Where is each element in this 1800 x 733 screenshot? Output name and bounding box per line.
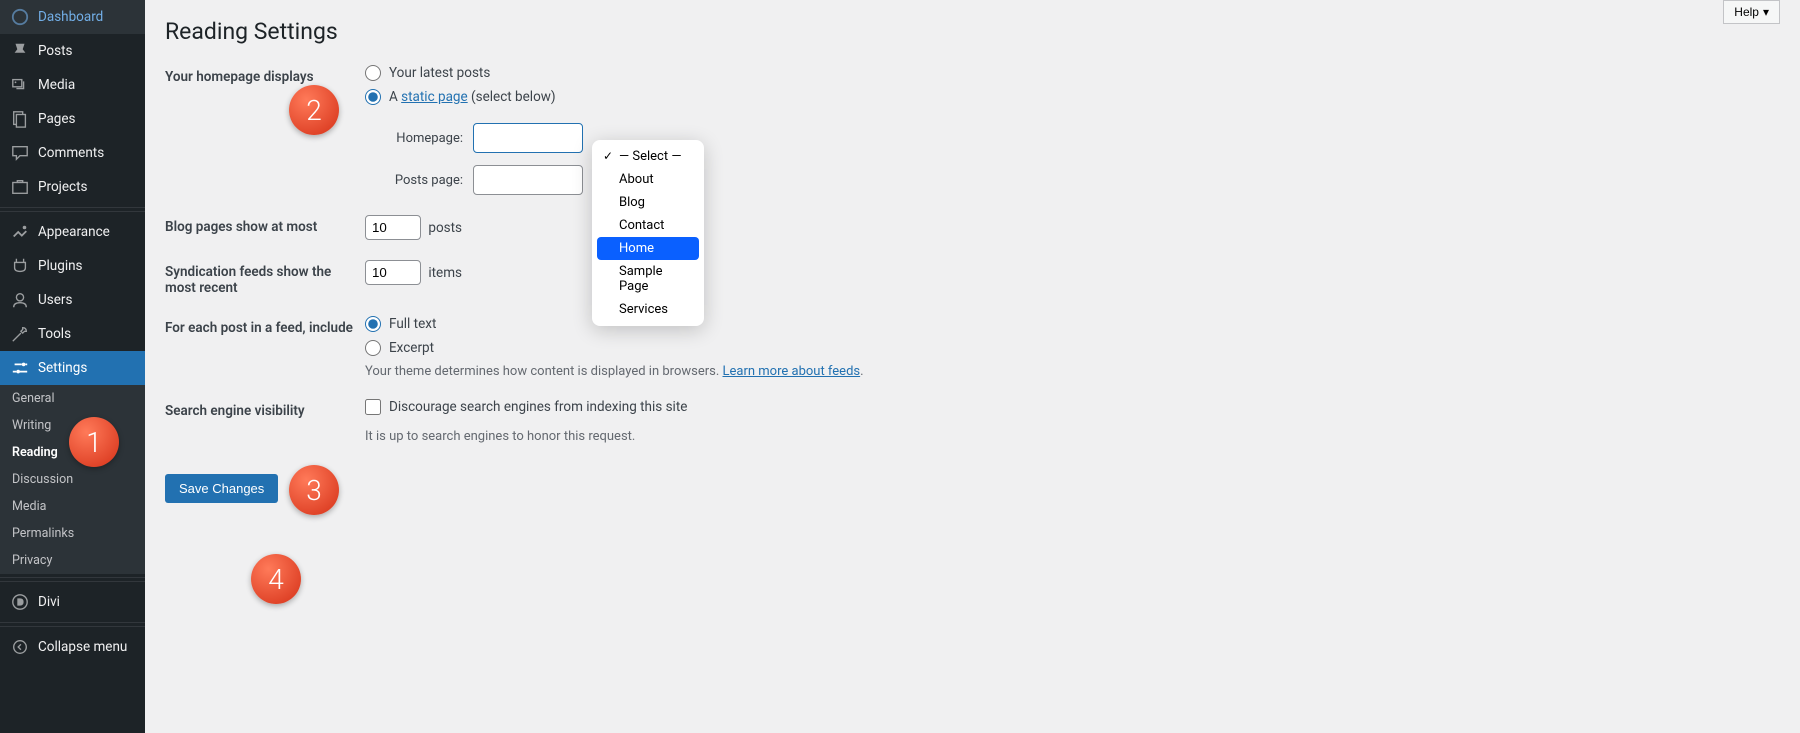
- sidebar-item-projects[interactable]: Projects: [0, 170, 145, 204]
- help-button[interactable]: Help ▾: [1723, 0, 1780, 24]
- sidebar-item-pages[interactable]: Pages: [0, 102, 145, 136]
- sidebar-item-posts[interactable]: Posts: [0, 34, 145, 68]
- submenu-discussion[interactable]: Discussion: [0, 466, 145, 493]
- main-content: Help ▾ Reading Settings Your homepage di…: [145, 0, 1800, 733]
- sidebar-separator: [0, 622, 145, 627]
- sidebar-item-comments[interactable]: Comments: [0, 136, 145, 170]
- help-label: Help: [1734, 5, 1759, 19]
- syndication-input[interactable]: [365, 260, 421, 285]
- sidebar-label: Users: [38, 292, 72, 308]
- pages-icon: [10, 109, 30, 129]
- radio-full-label: Full text: [389, 316, 436, 332]
- sidebar-label: Plugins: [38, 258, 83, 274]
- sidebar-item-plugins[interactable]: Plugins: [0, 249, 145, 283]
- dropdown-option-blog[interactable]: Blog: [597, 191, 699, 214]
- sidebar-item-divi[interactable]: Divi: [0, 585, 145, 619]
- projects-icon: [10, 177, 30, 197]
- sidebar-label: Projects: [38, 179, 88, 195]
- annotation-badge-1: 1: [69, 417, 119, 467]
- sev-checkbox[interactable]: [365, 399, 381, 415]
- submenu-privacy[interactable]: Privacy: [0, 547, 145, 574]
- submenu-general[interactable]: General: [0, 385, 145, 412]
- homepage-select[interactable]: [473, 123, 583, 153]
- dropdown-option-home[interactable]: Home: [597, 237, 699, 260]
- sidebar-label: Appearance: [38, 224, 110, 240]
- settings-icon: [10, 358, 30, 378]
- submenu-permalinks[interactable]: Permalinks: [0, 520, 145, 547]
- sidebar-label: Posts: [38, 43, 72, 59]
- radio-excerpt[interactable]: [365, 340, 381, 356]
- sidebar-item-dashboard[interactable]: Dashboard: [0, 0, 145, 34]
- postspage-select-label: Posts page:: [383, 173, 463, 188]
- page-title: Reading Settings: [165, 18, 1780, 45]
- annotation-badge-4: 4: [251, 554, 301, 604]
- dropdown-option-sample[interactable]: Sample Page: [597, 260, 699, 298]
- dropdown-option-select[interactable]: — Select —: [597, 145, 699, 168]
- sidebar-item-users[interactable]: Users: [0, 283, 145, 317]
- radio-excerpt-label: Excerpt: [389, 340, 434, 356]
- collapse-icon: [10, 637, 30, 657]
- dropdown-option-about[interactable]: About: [597, 168, 699, 191]
- syndication-suffix: items: [428, 265, 462, 281]
- dropdown-option-services[interactable]: Services: [597, 298, 699, 321]
- users-icon: [10, 290, 30, 310]
- blog-pages-label: Blog pages show at most: [165, 215, 365, 235]
- learn-more-feeds-link[interactable]: Learn more about feeds: [723, 364, 861, 379]
- sidebar-separator: [0, 577, 145, 582]
- sidebar-label: Tools: [38, 326, 71, 342]
- syndication-label: Syndication feeds show the most recent: [165, 260, 365, 296]
- sidebar-item-media[interactable]: Media: [0, 68, 145, 102]
- radio-full-text[interactable]: [365, 316, 381, 332]
- radio-latest-posts[interactable]: [365, 65, 381, 81]
- sidebar-label: Pages: [38, 111, 76, 127]
- sidebar-label: Settings: [38, 360, 87, 376]
- submenu-media[interactable]: Media: [0, 493, 145, 520]
- homepage-displays-label: Your homepage displays: [165, 65, 365, 85]
- sidebar-item-tools[interactable]: Tools: [0, 317, 145, 351]
- sev-checkbox-label: Discourage search engines from indexing …: [389, 399, 687, 415]
- blog-pages-suffix: posts: [428, 220, 462, 236]
- sev-description: It is up to search engines to honor this…: [365, 429, 1780, 444]
- sidebar-label: Comments: [38, 145, 104, 161]
- sidebar-separator: [0, 207, 145, 212]
- admin-sidebar: Dashboard Posts Media Pages Comments Pro…: [0, 0, 145, 733]
- dropdown-option-contact[interactable]: Contact: [597, 214, 699, 237]
- plugins-icon: [10, 256, 30, 276]
- sidebar-label: Dashboard: [38, 9, 103, 25]
- annotation-badge-3: 3: [289, 465, 339, 515]
- chevron-down-icon: ▾: [1763, 5, 1769, 19]
- sidebar-item-settings[interactable]: Settings: [0, 351, 145, 385]
- static-page-link[interactable]: static page: [401, 89, 468, 105]
- settings-submenu: General Writing Reading Discussion Media…: [0, 385, 145, 574]
- feed-description: Your theme determines how content is dis…: [365, 364, 1780, 379]
- homepage-dropdown-menu: — Select — About Blog Contact Home Sampl…: [592, 140, 704, 326]
- postspage-select[interactable]: [473, 165, 583, 195]
- tools-icon: [10, 324, 30, 344]
- collapse-menu[interactable]: Collapse menu: [0, 630, 145, 664]
- sev-label: Search engine visibility: [165, 399, 365, 419]
- dashboard-icon: [10, 7, 30, 27]
- appearance-icon: [10, 222, 30, 242]
- sidebar-label: Divi: [38, 594, 60, 610]
- blog-pages-input[interactable]: [365, 215, 421, 240]
- radio-latest-label: Your latest posts: [389, 65, 490, 81]
- pin-icon: [10, 41, 30, 61]
- feed-include-label: For each post in a feed, include: [165, 316, 365, 336]
- sidebar-item-appearance[interactable]: Appearance: [0, 215, 145, 249]
- sidebar-label: Collapse menu: [38, 639, 127, 655]
- comments-icon: [10, 143, 30, 163]
- annotation-badge-2: 2: [289, 85, 339, 135]
- radio-static-label: A static page (select below): [389, 89, 556, 105]
- save-button[interactable]: Save Changes: [165, 474, 278, 503]
- homepage-select-label: Homepage:: [383, 131, 463, 146]
- media-icon: [10, 75, 30, 95]
- divi-icon: [10, 592, 30, 612]
- radio-static-page[interactable]: [365, 89, 381, 105]
- sidebar-label: Media: [38, 77, 75, 93]
